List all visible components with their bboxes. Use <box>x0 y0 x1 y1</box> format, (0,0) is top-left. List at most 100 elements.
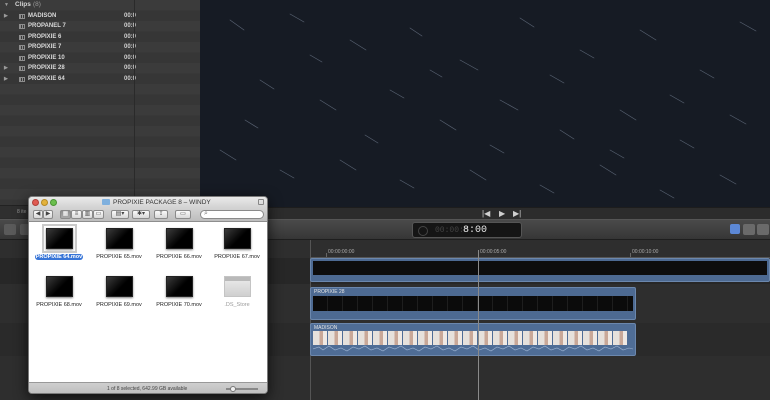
file-item[interactable]: .DS_Store <box>207 270 267 314</box>
selection-status-text: 1 of 8 selected, 642.99 GB available <box>107 386 188 392</box>
filmstrip-icon <box>19 66 25 71</box>
file-name: PROPIXIE 67.mov <box>214 254 260 260</box>
clip-name: PROPANEL 7 <box>28 23 66 29</box>
clip-row[interactable]: ▶ MADISON 00:0 <box>0 11 200 22</box>
finder-toolbar: ◀ ▶ ▦ ≡ ▥ ▭ ▤▾ ✱▾ ⇪ ▭ ⌕ <box>29 208 267 222</box>
clip-row[interactable]: ▶ PROPIXIE 64 00:0 <box>0 74 200 85</box>
clip-name: PROPIXIE 64 <box>28 75 65 82</box>
search-icon: ⌕ <box>204 210 208 217</box>
viewer-frame-image <box>219 13 757 199</box>
clip-row[interactable]: PROPANEL 7 00:0 <box>0 21 200 32</box>
play-icon[interactable]: ▶ <box>499 209 505 219</box>
file-item[interactable]: PROPIXIE 69.mov <box>89 270 149 314</box>
clip-row[interactable]: ▶ PROPIXIE 28 00:0 <box>0 63 200 74</box>
file-item[interactable]: PROPIXIE 65.mov <box>89 222 149 266</box>
finder-icon-grid: PROPIXIE 64.mov PROPIXIE 65.mov PROPIXIE… <box>29 222 267 382</box>
filmstrip-icon <box>19 76 25 82</box>
primary-storyline-clip[interactable] <box>310 258 770 282</box>
movie-file-icon <box>46 276 73 297</box>
share-button[interactable]: ⇪ <box>154 210 168 219</box>
filmstrip-icon <box>19 55 25 61</box>
ruler-tick-label: 00:00:05:00 <box>480 249 507 255</box>
clip-list: ▼ Clips (8) ▶ MADISON 00:0 PROPANEL 7 00… <box>0 0 200 205</box>
finder-window[interactable]: PROPIXIE PACKAGE 8 – WINDY ◀ ▶ ▦ ≡ ▥ ▭ ▤… <box>28 196 268 394</box>
folder-icon <box>102 199 110 205</box>
movie-file-icon <box>42 224 77 253</box>
transitions-browser-icon[interactable] <box>757 224 769 235</box>
skip-forward-icon[interactable]: ▶| <box>513 209 521 219</box>
clip-filmstrip <box>313 296 633 311</box>
ruler-tick-label: 00:00:00:00 <box>328 249 355 255</box>
ruler-tick <box>630 253 631 257</box>
column-divider[interactable] <box>134 0 135 205</box>
clip-filmstrip <box>313 261 767 275</box>
viewer-controls-bar: |◀ ▶ ▶| <box>200 207 770 219</box>
finder-window-title: PROPIXIE PACKAGE 8 – WINDY <box>113 198 211 206</box>
toolbar-toggle-icon[interactable] <box>258 199 264 205</box>
disclosure-triangle-icon[interactable]: ▶ <box>4 74 8 85</box>
playhead[interactable] <box>478 250 479 400</box>
file-item[interactable]: PROPIXIE 66.mov <box>149 222 209 266</box>
disclosure-triangle-icon[interactable]: ▶ <box>4 11 8 22</box>
file-item[interactable]: PROPIXIE 70.mov <box>149 270 209 314</box>
movie-file-icon <box>166 228 193 249</box>
skip-back-icon[interactable]: |◀ <box>482 209 490 219</box>
list-view-button[interactable]: ≡ <box>71 210 82 219</box>
file-name: PROPIXIE 66.mov <box>156 254 202 260</box>
cover-flow-button[interactable]: ▭ <box>93 210 104 219</box>
timeline-clip-madison[interactable]: MADISON <box>310 323 636 356</box>
back-button[interactable]: ◀ <box>33 210 43 219</box>
movie-file-icon <box>106 276 133 297</box>
ruler-tick <box>326 253 327 257</box>
zoom-button-icon[interactable] <box>50 199 57 206</box>
clip-row[interactable]: PROPIXIE 10 00:0 <box>0 53 200 64</box>
file-item[interactable]: PROPIXIE 68.mov <box>29 270 89 314</box>
file-item[interactable]: PROPIXIE 67.mov <box>207 222 267 266</box>
effects-browser-icon[interactable] <box>743 224 755 235</box>
blank-document-icon <box>224 276 251 297</box>
forward-button[interactable]: ▶ <box>43 210 53 219</box>
file-name: PROPIXIE 69.mov <box>96 302 142 308</box>
timeline-clip-propixie-28[interactable]: PROPIXIE 28 <box>310 287 636 320</box>
disclosure-triangle-icon[interactable]: ▼ <box>4 0 9 11</box>
audio-waveform <box>313 345 633 352</box>
clips-group-header[interactable]: ▼ Clips (8) <box>0 0 200 11</box>
clip-name: MADISON <box>28 12 57 19</box>
clip-name: PROPIXIE 6 <box>28 33 62 40</box>
clip-name: PROPIXIE 28 <box>28 65 65 71</box>
clip-row[interactable]: PROPIXIE 6 00:0 <box>0 32 200 43</box>
filmstrip-icon <box>19 13 25 19</box>
search-input[interactable]: ⌕ <box>200 210 264 219</box>
file-name: PROPIXIE 65.mov <box>96 254 142 260</box>
timeline-ruler[interactable]: 00:00:00:00 00:00:05:00 00:00:10:00 <box>310 248 770 258</box>
dashboard-indicator-icon <box>418 226 428 236</box>
ruler-tick-label: 00:00:10:00 <box>632 249 659 255</box>
movie-file-icon <box>106 228 133 249</box>
clip-thumbnails <box>313 331 633 345</box>
file-name: PROPIXIE 70.mov <box>156 302 202 308</box>
audio-meter-icon[interactable] <box>730 224 740 234</box>
finder-status-bar: 1 of 8 selected, 642.99 GB available <box>29 382 267 393</box>
movie-file-icon <box>224 228 251 249</box>
clips-group-count: (8) <box>33 1 41 8</box>
close-button-icon[interactable] <box>32 199 39 206</box>
action-menu-button[interactable]: ✱▾ <box>132 210 150 219</box>
viewer[interactable] <box>200 0 770 207</box>
file-name: .DS_Store <box>224 302 250 308</box>
filmstrip-icon <box>19 24 25 29</box>
tag-button[interactable]: ▭ <box>175 210 191 219</box>
icon-size-slider-knob[interactable] <box>230 386 236 392</box>
file-name: PROPIXIE 68.mov <box>36 302 82 308</box>
finder-title-bar[interactable]: PROPIXIE PACKAGE 8 – WINDY <box>29 197 267 208</box>
arrange-menu-button[interactable]: ▤▾ <box>111 210 129 219</box>
file-item[interactable]: PROPIXIE 64.mov <box>29 222 89 266</box>
icon-view-button[interactable]: ▦ <box>60 210 71 219</box>
minimize-button-icon[interactable] <box>41 199 48 206</box>
toolbar-button[interactable] <box>4 224 16 235</box>
disclosure-triangle-icon[interactable]: ▶ <box>4 63 8 74</box>
movie-file-icon <box>166 276 193 297</box>
column-view-button[interactable]: ▥ <box>82 210 93 219</box>
timecode-display[interactable]: 00:00:0 8:00 <box>412 222 522 238</box>
file-name: PROPIXIE 64.mov <box>35 254 83 260</box>
clip-row[interactable]: PROPIXIE 7 00:0 <box>0 42 200 53</box>
